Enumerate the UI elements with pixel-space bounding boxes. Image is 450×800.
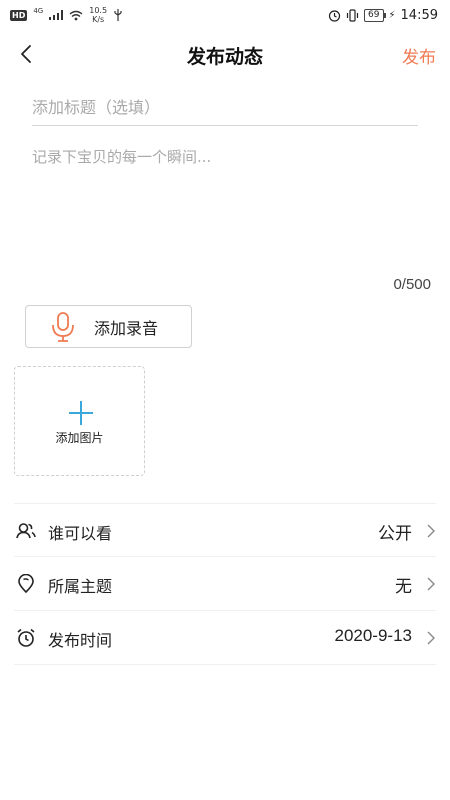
visibility-label: 谁可以看 — [48, 524, 113, 543]
plus-icon — [69, 401, 93, 425]
add-audio-label: 添加录音 — [94, 318, 159, 338]
chevron-right-icon — [427, 631, 435, 645]
usb-icon — [114, 9, 122, 21]
chevron-right-icon — [427, 577, 435, 591]
content-input[interactable] — [32, 146, 422, 266]
topic-row[interactable]: 所属主题 无 — [14, 557, 436, 611]
battery-indicator: 69 — [364, 9, 387, 22]
people-icon — [16, 523, 36, 539]
status-bar: HD 4G 10.5 K/s 69 ⚡ 14:59 — [0, 0, 450, 32]
alarm-icon — [328, 10, 341, 22]
title-input[interactable] — [32, 90, 418, 126]
wifi-icon — [69, 10, 83, 20]
status-left: HD 4G 10.5 K/s — [10, 6, 123, 24]
publish-button[interactable]: 发布 — [402, 43, 436, 68]
vibrate-icon — [346, 9, 359, 22]
add-audio-button[interactable]: 添加录音 — [25, 305, 192, 348]
network-type: 4G — [33, 7, 44, 15]
speed-unit: K/s — [92, 15, 105, 24]
settings-list: 谁可以看 公开 所属主题 无 发布时间 2020-9-13 — [0, 503, 450, 665]
page-title: 发布动态 — [186, 46, 263, 68]
char-count: 0/500 — [393, 276, 431, 293]
speed-value: 10.5 — [89, 6, 108, 15]
topic-label: 所属主题 — [48, 577, 113, 596]
status-right: 69 ⚡ 14:59 — [328, 8, 438, 23]
add-image-button[interactable]: 添加图片 — [14, 366, 145, 476]
status-time: 14:59 — [400, 8, 438, 23]
hd-badge: HD — [10, 9, 28, 21]
nav-bar: 发布动态 发布 — [0, 32, 450, 76]
publish-time-row[interactable]: 发布时间 2020-9-13 — [14, 611, 436, 665]
visibility-value: 公开 — [378, 524, 412, 543]
visibility-row[interactable]: 谁可以看 公开 — [14, 503, 436, 557]
topic-value: 无 — [395, 577, 412, 596]
charging-icon: ⚡ — [388, 10, 396, 21]
network-speed: 10.5 K/s — [89, 6, 107, 24]
publish-time-value: 2020-9-13 — [334, 626, 412, 645]
alarm-clock-icon — [17, 628, 35, 647]
chevron-right-icon — [427, 524, 435, 538]
add-image-label: 添加图片 — [55, 431, 104, 445]
location-pin-icon — [18, 574, 34, 594]
publish-time-label: 发布时间 — [48, 631, 113, 650]
microphone-icon — [52, 311, 74, 342]
signal-icon — [49, 10, 64, 20]
